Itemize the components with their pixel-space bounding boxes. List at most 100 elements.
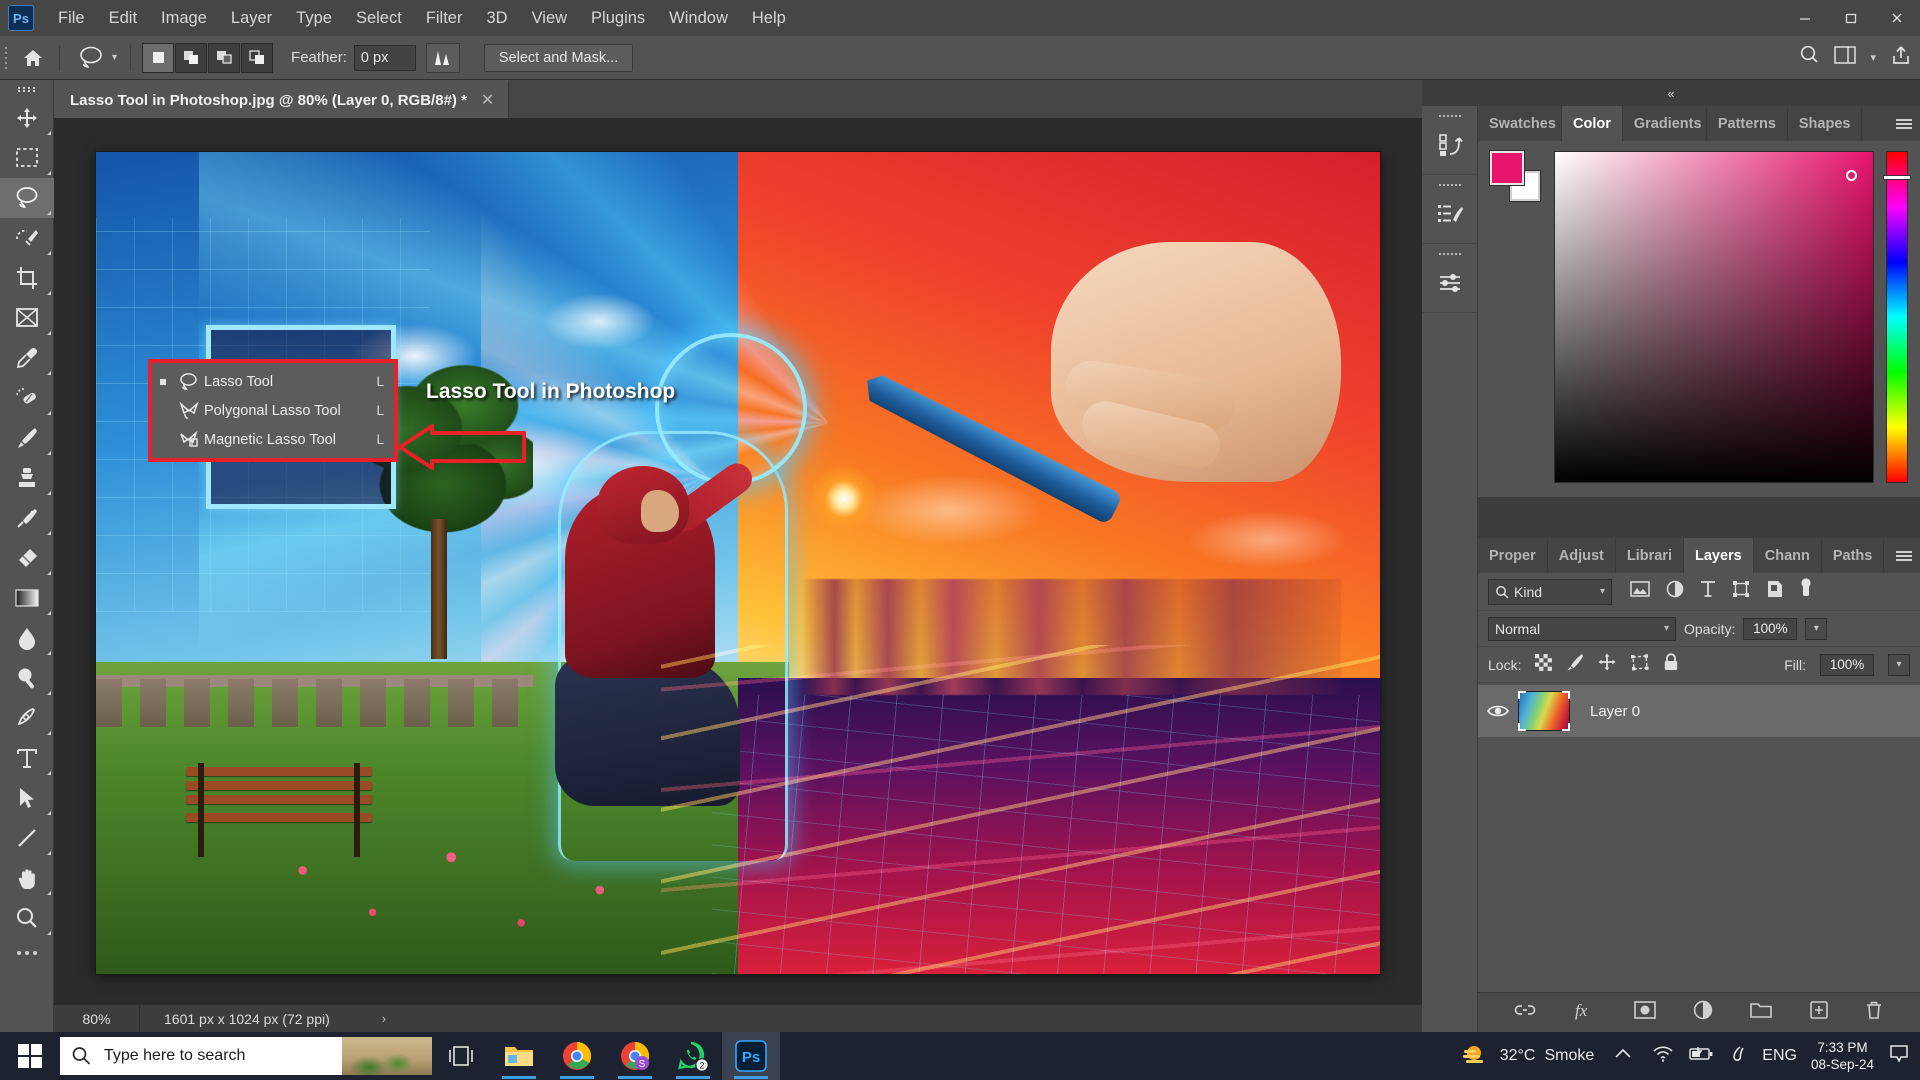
chevron-down-icon[interactable]: ▾	[1600, 586, 1605, 597]
sound-icon[interactable]	[1728, 1044, 1748, 1069]
chevron-down-icon[interactable]: ▾	[1664, 623, 1669, 634]
panel-grip[interactable]	[1422, 110, 1477, 124]
notification-icon[interactable]	[1888, 1044, 1910, 1069]
select-and-mask-button[interactable]: Select and Mask...	[483, 43, 634, 72]
taskbar-app-google-chrome-profile[interactable]: S	[606, 1032, 664, 1080]
tool-history-brush-tool[interactable]	[0, 498, 54, 538]
menu-edit[interactable]: Edit	[97, 5, 149, 32]
lock-artboard-nesting-icon[interactable]	[1630, 653, 1650, 676]
menu-window[interactable]: Window	[657, 5, 740, 32]
shape-layers-filter-icon[interactable]	[1732, 580, 1750, 603]
zoom-level[interactable]: 80%	[54, 1005, 140, 1032]
chevron-down-icon[interactable]: ▾	[112, 52, 117, 63]
link-layers-icon[interactable]	[1514, 1002, 1536, 1023]
fill-value[interactable]: 100%	[1820, 653, 1874, 676]
tab-paths[interactable]: Paths	[1822, 538, 1885, 573]
lock-transparent-pixels-icon[interactable]	[1535, 653, 1553, 676]
taskbar-app-file-explorer[interactable]	[490, 1032, 548, 1080]
taskbar-app-whatsapp[interactable]: 2	[664, 1032, 722, 1080]
type-layers-filter-icon[interactable]	[1700, 580, 1716, 603]
tool-pen-tool[interactable]	[0, 698, 54, 738]
color-picker-field[interactable]	[1554, 151, 1874, 483]
layer-visibility-toggle[interactable]	[1478, 703, 1518, 719]
tool-clone-stamp-tool[interactable]	[0, 458, 54, 498]
menu-filter[interactable]: Filter	[414, 5, 475, 32]
opacity-value[interactable]: 100%	[1743, 617, 1798, 640]
canvas-viewport[interactable]: Lasso Tool in Photoshop Lasso Tool L Pol…	[54, 118, 1422, 1004]
options-bar-grip[interactable]	[0, 36, 14, 80]
tab-swatches[interactable]: Swatches	[1478, 106, 1562, 141]
menu-select[interactable]: Select	[344, 5, 414, 32]
layer-row[interactable]: Layer 0	[1478, 685, 1920, 737]
windows-start-icon[interactable]	[0, 1032, 60, 1080]
new-selection-button[interactable]	[142, 42, 175, 73]
taskbar-search-input[interactable]: Type here to search	[60, 1037, 432, 1075]
fill-chevron-icon[interactable]: ▾	[1888, 653, 1910, 676]
panel-grip[interactable]	[1422, 179, 1477, 193]
tab-patterns[interactable]: Patterns	[1707, 106, 1788, 141]
panel-menu-icon[interactable]	[1896, 106, 1912, 141]
tool-gradient-tool[interactable]	[0, 578, 54, 618]
weather-widget[interactable]: 32°C Smoke	[1461, 1043, 1594, 1069]
tool-object-selection-tool[interactable]	[0, 218, 54, 258]
tool-lasso-tool[interactable]	[0, 178, 54, 218]
menu-image[interactable]: Image	[149, 5, 219, 32]
maximize-button[interactable]	[1828, 0, 1874, 36]
close-icon[interactable]: ✕	[481, 90, 494, 110]
opacity-chevron-icon[interactable]: ▾	[1805, 617, 1828, 640]
tool-line-tool[interactable]	[0, 818, 54, 858]
adjustment-layers-filter-icon[interactable]	[1666, 580, 1684, 603]
tab-layers[interactable]: Layers	[1683, 538, 1754, 573]
tool-frame-tool[interactable]	[0, 298, 54, 338]
lock-all-icon[interactable]	[1663, 653, 1679, 676]
tab-shapes[interactable]: Shapes	[1788, 106, 1863, 141]
add-to-selection-button[interactable]	[175, 42, 208, 73]
history-panel-icon[interactable]	[1422, 124, 1477, 166]
smart-object-filter-icon[interactable]	[1766, 580, 1783, 603]
blend-mode-select[interactable]: Normal ▾	[1488, 616, 1676, 641]
adjustments-panel-icon[interactable]	[1422, 262, 1477, 304]
toolbar-grip[interactable]	[0, 80, 53, 98]
chevron-right-icon[interactable]: ›	[330, 1011, 386, 1026]
menu-3d[interactable]: 3D	[474, 5, 519, 32]
tool-path-selection-tool[interactable]	[0, 778, 54, 818]
menu-file[interactable]: File	[46, 5, 97, 32]
flyout-item-polygonal-lasso-tool[interactable]: Polygonal Lasso Tool L	[152, 396, 394, 425]
tool-crop-tool[interactable]	[0, 258, 54, 298]
hue-slider-marker[interactable]	[1884, 176, 1910, 179]
tab-libraries[interactable]: Librari	[1616, 538, 1684, 573]
panel-grip[interactable]	[1422, 248, 1477, 262]
search-icon[interactable]	[1798, 44, 1820, 71]
flyout-item-magnetic-lasso-tool[interactable]: Magnetic Lasso Tool L	[152, 425, 394, 454]
layer-thumbnail[interactable]	[1518, 691, 1570, 731]
taskbar-app-adobe-photoshop[interactable]: Ps	[722, 1032, 780, 1080]
document-tab[interactable]: Lasso Tool in Photoshop.jpg @ 80% (Layer…	[54, 80, 510, 118]
tool-move-tool[interactable]	[0, 98, 54, 138]
tool-hand-tool[interactable]	[0, 858, 54, 898]
tab-color[interactable]: Color	[1562, 106, 1623, 141]
tool-horizontal-type-tool[interactable]	[0, 738, 54, 778]
tab-channels[interactable]: Chann	[1754, 538, 1822, 573]
share-icon[interactable]	[1890, 44, 1912, 71]
pixel-layers-filter-icon[interactable]	[1630, 581, 1650, 602]
tool-eraser-tool[interactable]	[0, 538, 54, 578]
workspace-icon[interactable]	[1834, 46, 1857, 69]
hue-slider[interactable]	[1884, 151, 1910, 483]
menu-plugins[interactable]: Plugins	[579, 5, 657, 32]
layer-kind-filter[interactable]: Kind ▾	[1488, 578, 1612, 605]
new-layer-icon[interactable]	[1809, 1000, 1829, 1025]
filter-toggle-icon[interactable]	[1799, 578, 1813, 605]
actions-panel-icon[interactable]	[1422, 193, 1477, 235]
workspace-chevron-icon[interactable]: ▾	[1870, 51, 1876, 64]
layer-name[interactable]: Layer 0	[1590, 703, 1640, 720]
battery-charging-icon[interactable]	[1688, 1046, 1714, 1067]
tool-spot-healing-brush-tool[interactable]	[0, 378, 54, 418]
lasso-tool-flyout-menu[interactable]: Lasso Tool L Polygonal Lasso Tool L Magn…	[148, 359, 398, 462]
current-tool-preset[interactable]: ▾	[67, 45, 123, 71]
close-button[interactable]	[1874, 0, 1920, 36]
layer-style-fx-icon[interactable]: fx	[1573, 1000, 1597, 1025]
menu-view[interactable]: View	[520, 5, 579, 32]
anti-alias-icon[interactable]	[425, 42, 460, 73]
subtract-from-selection-button[interactable]	[208, 42, 241, 73]
new-group-icon[interactable]	[1749, 1001, 1772, 1024]
